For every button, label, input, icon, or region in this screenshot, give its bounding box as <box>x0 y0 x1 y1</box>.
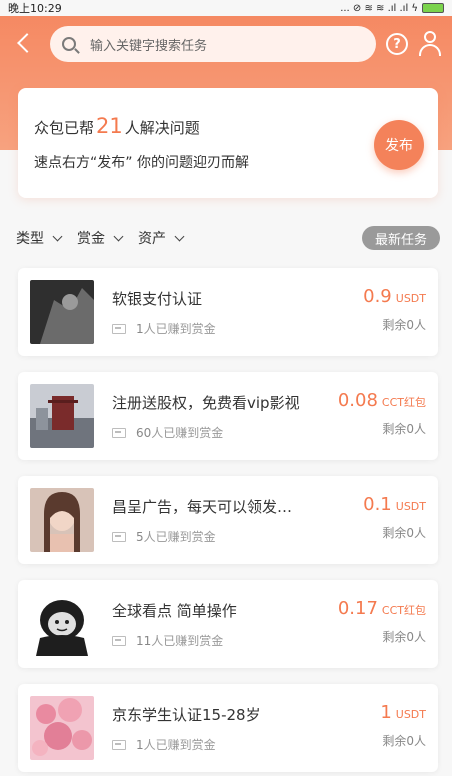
task-reward: 0.08 CCT红包 <box>338 390 426 411</box>
task-remaining: 剩余0人 <box>382 630 426 644</box>
earned-count: 1 <box>136 737 144 752</box>
earned-count: 11 <box>136 633 152 648</box>
reward-amount: 0.08 <box>337 390 378 411</box>
filter-reward[interactable]: 赏金 <box>77 228 124 248</box>
task-title: 昌呈广告，每天可以领发红包 <box>112 498 302 516</box>
ticket-icon <box>112 635 126 646</box>
banner-card: 众包已帮21 人解决问题 速点右方“发布” 你的问题迎刃而解 发布 <box>18 88 438 198</box>
search-input[interactable]: 输入关键字搜索任务 <box>50 26 376 62</box>
task-earned: 5 人已赚到赏金 <box>112 528 216 545</box>
task-title: 全球看点 简单操作 <box>112 602 237 620</box>
chevron-down-icon <box>113 231 124 241</box>
reward-unit: CCT红包 <box>381 396 426 409</box>
status-icons: ... ⊘ ≋ ≋ .ıl .ıl ϟ <box>340 3 444 14</box>
task-card[interactable]: 软银支付认证 1 人已赚到赏金 0.9 USDT 剩余0人 <box>18 268 438 356</box>
task-title: 注册送股权，免费看vip影视 <box>112 394 300 412</box>
task-reward: 0.9 USDT <box>363 286 426 307</box>
user-icon[interactable] <box>418 31 442 57</box>
task-reward: 1 USDT <box>380 702 426 723</box>
banner-suffix: 人解决问题 <box>124 119 200 137</box>
search-icon <box>62 37 76 51</box>
task-thumbnail <box>30 384 94 448</box>
reward-amount: 1 <box>380 702 392 723</box>
ticket-icon <box>112 739 126 750</box>
earned-suffix: 人已赚到赏金 <box>143 322 216 336</box>
reward-amount: 0.1 <box>363 494 392 515</box>
battery-icon <box>422 3 444 13</box>
task-card[interactable]: 全球看点 简单操作 11 人已赚到赏金 0.17 CCT红包 剩余0人 <box>18 580 438 668</box>
chevron-down-icon <box>52 231 63 241</box>
filter-asset-label: 资产 <box>138 231 166 247</box>
reward-amount: 0.17 <box>337 598 378 619</box>
task-card[interactable]: 昌呈广告，每天可以领发红包 5 人已赚到赏金 0.1 USDT 剩余0人 <box>18 476 438 564</box>
earned-count: 60 <box>136 425 152 440</box>
filter-bar: 类型 赏金 资产 最新任务 <box>0 226 452 250</box>
filter-asset[interactable]: 资产 <box>138 228 185 248</box>
task-thumbnail <box>30 488 94 552</box>
task-title: 软银支付认证 <box>112 290 203 308</box>
task-remaining: 剩余0人 <box>382 422 426 436</box>
navbar: 输入关键字搜索任务 ? <box>0 22 452 66</box>
reward-unit: USDT <box>395 708 426 721</box>
latest-tasks-button[interactable]: 最新任务 <box>362 226 440 250</box>
reward-unit: CCT红包 <box>381 604 426 617</box>
task-list: 软银支付认证 1 人已赚到赏金 0.9 USDT 剩余0人 注册送股权，免费看v… <box>18 268 438 776</box>
filter-reward-label: 赏金 <box>77 231 105 247</box>
task-thumbnail <box>30 696 94 760</box>
banner-subtext: 速点右方“发布” 你的问题迎刃而解 <box>34 155 249 171</box>
task-earned: 60 人已赚到赏金 <box>112 424 223 441</box>
task-remaining: 剩余0人 <box>382 526 426 540</box>
task-card[interactable]: 注册送股权，免费看vip影视 60 人已赚到赏金 0.08 CCT红包 剩余0人 <box>18 372 438 460</box>
ticket-icon <box>112 323 126 334</box>
task-reward: 0.1 USDT <box>363 494 426 515</box>
ticket-icon <box>112 427 126 438</box>
earned-count: 1 <box>136 321 144 336</box>
banner-headline: 众包已帮21 人解决问题 <box>34 114 200 138</box>
filter-type[interactable]: 类型 <box>16 228 63 248</box>
earned-count: 5 <box>136 529 144 544</box>
publish-button[interactable]: 发布 <box>374 120 424 170</box>
task-remaining: 剩余0人 <box>382 318 426 332</box>
helped-count: 21 <box>96 114 123 138</box>
search-placeholder: 输入关键字搜索任务 <box>90 38 208 54</box>
earned-suffix: 人已赚到赏金 <box>151 634 224 648</box>
task-title: 京东学生认证15-28岁 <box>112 706 261 724</box>
earned-suffix: 人已赚到赏金 <box>143 530 216 544</box>
back-arrow-icon[interactable] <box>12 32 36 56</box>
task-earned: 1 人已赚到赏金 <box>112 320 216 337</box>
task-earned: 11 人已赚到赏金 <box>112 632 223 649</box>
task-earned: 1 人已赚到赏金 <box>112 736 216 753</box>
reward-amount: 0.9 <box>363 286 392 307</box>
task-remaining: 剩余0人 <box>382 734 426 748</box>
earned-suffix: 人已赚到赏金 <box>143 738 216 752</box>
task-reward: 0.17 CCT红包 <box>338 598 426 619</box>
reward-unit: USDT <box>395 500 426 513</box>
filter-type-label: 类型 <box>16 231 44 247</box>
ticket-icon <box>112 531 126 542</box>
reward-unit: USDT <box>395 292 426 305</box>
status-icons-text: ... ⊘ ≋ ≋ .ıl .ıl ϟ <box>340 2 418 14</box>
status-time: 晚上10:29 <box>8 2 62 15</box>
earned-suffix: 人已赚到赏金 <box>151 426 224 440</box>
status-bar: 晚上10:29 ... ⊘ ≋ ≋ .ıl .ıl ϟ <box>0 0 452 16</box>
help-icon[interactable]: ? <box>386 33 408 55</box>
task-card[interactable]: 京东学生认证15-28岁 1 人已赚到赏金 1 USDT 剩余0人 <box>18 684 438 772</box>
task-thumbnail <box>30 592 94 656</box>
task-thumbnail <box>30 280 94 344</box>
banner-prefix: 众包已帮 <box>34 119 95 137</box>
chevron-down-icon <box>174 231 185 241</box>
